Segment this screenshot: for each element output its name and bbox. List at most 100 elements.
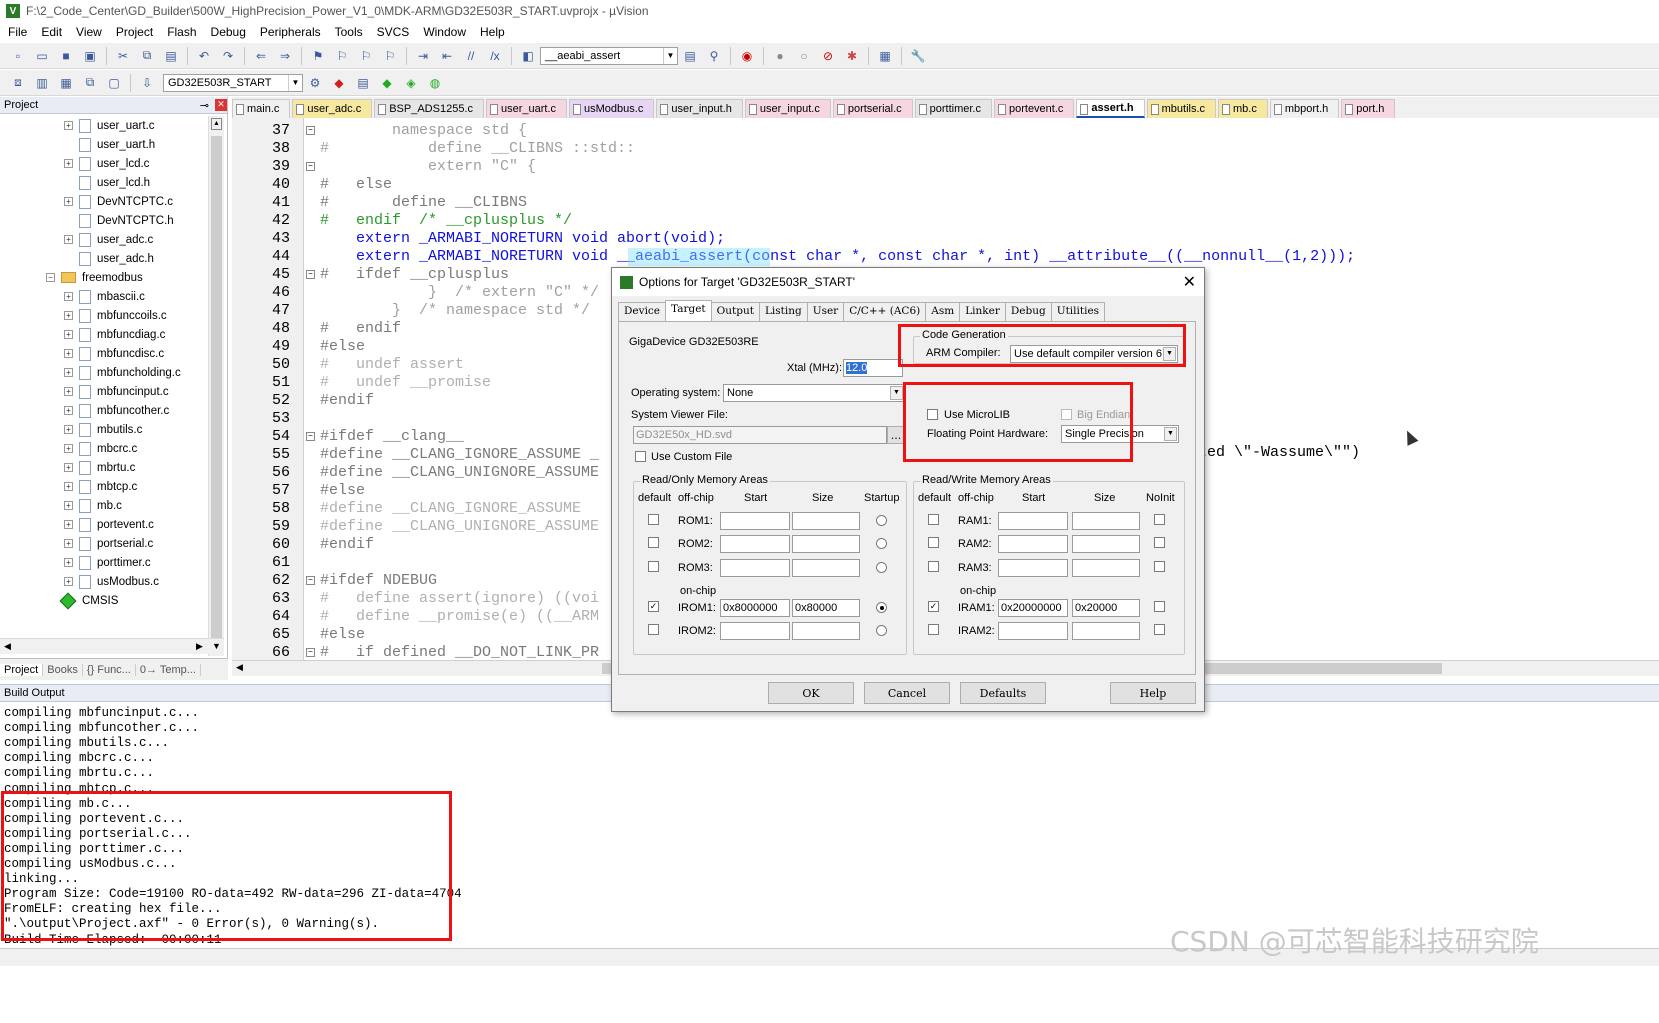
breakpoint-icon[interactable]: ●: [771, 47, 789, 65]
breakpoint-disable-icon[interactable]: ○: [795, 47, 813, 65]
tab-project[interactable]: Project: [0, 663, 44, 676]
rom-start-input[interactable]: [720, 559, 790, 577]
stop-build-icon[interactable]: ▢: [105, 74, 123, 92]
menu-view[interactable]: View: [76, 25, 102, 39]
find-combo[interactable]: __aeabi_assert ▼: [540, 46, 678, 65]
tree-item[interactable]: + mbfuncholding.c: [64, 363, 181, 382]
tab-templates[interactable]: 0→ Temp...: [136, 663, 201, 676]
startup-radio[interactable]: [876, 538, 887, 549]
tab-functions[interactable]: {} Func...: [83, 663, 136, 676]
redo-icon[interactable]: ↷: [219, 47, 237, 65]
expand-icon[interactable]: +: [64, 558, 73, 567]
expand-icon[interactable]: +: [64, 425, 73, 434]
debug-start-icon[interactable]: ◉: [738, 47, 756, 65]
nav-forward-icon[interactable]: ⇒: [276, 47, 294, 65]
rom-start-input[interactable]: [720, 535, 790, 553]
expand-icon[interactable]: +: [64, 444, 73, 453]
editor-tab[interactable]: user_input.h: [656, 99, 743, 118]
nav-back-icon[interactable]: ⇐: [252, 47, 270, 65]
tree-item[interactable]: user_adc.h: [64, 249, 154, 268]
menu-help[interactable]: Help: [480, 25, 505, 39]
tree-item[interactable]: + mbrtu.c: [64, 458, 135, 477]
expand-icon[interactable]: +: [64, 311, 73, 320]
bookmark-next-icon[interactable]: ⚐: [357, 47, 375, 65]
project-hscrollbar[interactable]: ◀ ▶ ▼: [0, 638, 224, 654]
menu-file[interactable]: File: [8, 25, 27, 39]
bookmark-clear-icon[interactable]: ⚐: [381, 47, 399, 65]
menu-peripherals[interactable]: Peripherals: [260, 25, 321, 39]
fold-icon[interactable]: −: [306, 432, 315, 441]
rom-default-checkbox[interactable]: [648, 514, 659, 525]
manage-components-icon[interactable]: ◆: [330, 74, 348, 92]
custom-file-checkbox[interactable]: [635, 451, 646, 462]
editor-tab[interactable]: main.c: [232, 99, 291, 118]
tree-item[interactable]: + mbfuncother.c: [64, 401, 169, 420]
expand-icon[interactable]: +: [64, 292, 73, 301]
rebuild-icon[interactable]: ▦: [57, 74, 75, 92]
startup-radio[interactable]: [876, 515, 887, 526]
ram-size-input[interactable]: [1072, 559, 1140, 577]
menu-tools[interactable]: Tools: [335, 25, 363, 39]
download-icon[interactable]: ⇩: [138, 74, 156, 92]
editor-tab[interactable]: mbport.h: [1269, 99, 1340, 118]
tree-item[interactable]: + porttimer.c: [64, 553, 151, 572]
rte-icon[interactable]: ◍: [426, 74, 444, 92]
rom-start-input[interactable]: [720, 512, 790, 530]
scroll-down-icon[interactable]: ▼: [212, 641, 221, 651]
ram-default-checkbox[interactable]: [928, 537, 939, 548]
open-folder-icon[interactable]: ▭: [33, 47, 51, 65]
editor-tab[interactable]: port.h: [1341, 99, 1396, 118]
menu-svcs[interactable]: SVCS: [377, 25, 410, 39]
fold-icon[interactable]: −: [306, 648, 315, 657]
select-packs-icon[interactable]: ◈: [402, 74, 420, 92]
tab-debug[interactable]: Debug: [1004, 302, 1052, 321]
expand-icon[interactable]: +: [64, 349, 73, 358]
editor-tab[interactable]: porttimer.c: [914, 99, 992, 118]
tree-item[interactable]: + DevNTCPTC.c: [64, 192, 173, 211]
tab-user[interactable]: User: [806, 302, 845, 321]
noinit-checkbox[interactable]: [1154, 601, 1165, 612]
paste-icon[interactable]: ▤: [162, 47, 180, 65]
expand-icon[interactable]: +: [64, 121, 73, 130]
startup-radio[interactable]: [876, 625, 887, 636]
bookmark-prev-icon[interactable]: ⚐: [333, 47, 351, 65]
scroll-left-icon[interactable]: ◀: [4, 641, 11, 652]
chevron-down-icon[interactable]: ▼: [663, 47, 677, 64]
expand-icon[interactable]: +: [64, 577, 73, 586]
scroll-thumb[interactable]: [211, 136, 222, 646]
close-icon[interactable]: ✕: [1183, 272, 1196, 292]
rom-start-input[interactable]: 0x8000000: [720, 599, 790, 617]
tree-item[interactable]: + mbtcp.c: [64, 477, 137, 496]
ram-size-input[interactable]: [1072, 622, 1140, 640]
tree-item[interactable]: + mbascii.c: [64, 287, 145, 306]
chevron-down-icon[interactable]: ▼: [288, 74, 302, 91]
startup-radio[interactable]: [876, 562, 887, 573]
fp-select[interactable]: Single Precision ▼: [1061, 425, 1179, 443]
tree-item[interactable]: user_uart.h: [64, 135, 155, 154]
editor-tab[interactable]: mb.c: [1218, 99, 1268, 118]
ram-default-checkbox[interactable]: [928, 561, 939, 572]
fold-icon[interactable]: −: [306, 576, 315, 585]
tree-item[interactable]: + mbcrc.c: [64, 439, 137, 458]
noinit-checkbox[interactable]: [1154, 514, 1165, 525]
batch-build-icon[interactable]: ⧉: [81, 74, 99, 92]
tab-asm[interactable]: Asm: [925, 302, 961, 321]
tree-item[interactable]: + user_adc.c: [64, 230, 153, 249]
ram-start-input[interactable]: 0x20000000: [998, 599, 1068, 617]
tab-cpp[interactable]: C/C++ (AC6): [843, 302, 927, 321]
comment-icon[interactable]: //: [462, 47, 480, 65]
editor-tab[interactable]: portevent.c: [993, 99, 1075, 118]
menu-edit[interactable]: Edit: [41, 25, 62, 39]
rom-start-input[interactable]: [720, 622, 790, 640]
chevron-down-icon[interactable]: ▼: [1163, 347, 1176, 361]
project-vscrollbar[interactable]: ▲: [208, 116, 224, 656]
tree-item[interactable]: + mbutils.c: [64, 420, 142, 439]
tree-folder-freemodbus[interactable]: − freemodbus: [46, 268, 143, 287]
menu-flash[interactable]: Flash: [167, 25, 196, 39]
expand-icon[interactable]: +: [64, 330, 73, 339]
cut-icon[interactable]: ✂: [114, 47, 132, 65]
fold-icon[interactable]: −: [306, 270, 315, 279]
window-layout-icon[interactable]: ▦: [876, 47, 894, 65]
tab-utilities[interactable]: Utilities: [1050, 302, 1106, 321]
editor-tab[interactable]: portserial.c: [832, 99, 913, 118]
